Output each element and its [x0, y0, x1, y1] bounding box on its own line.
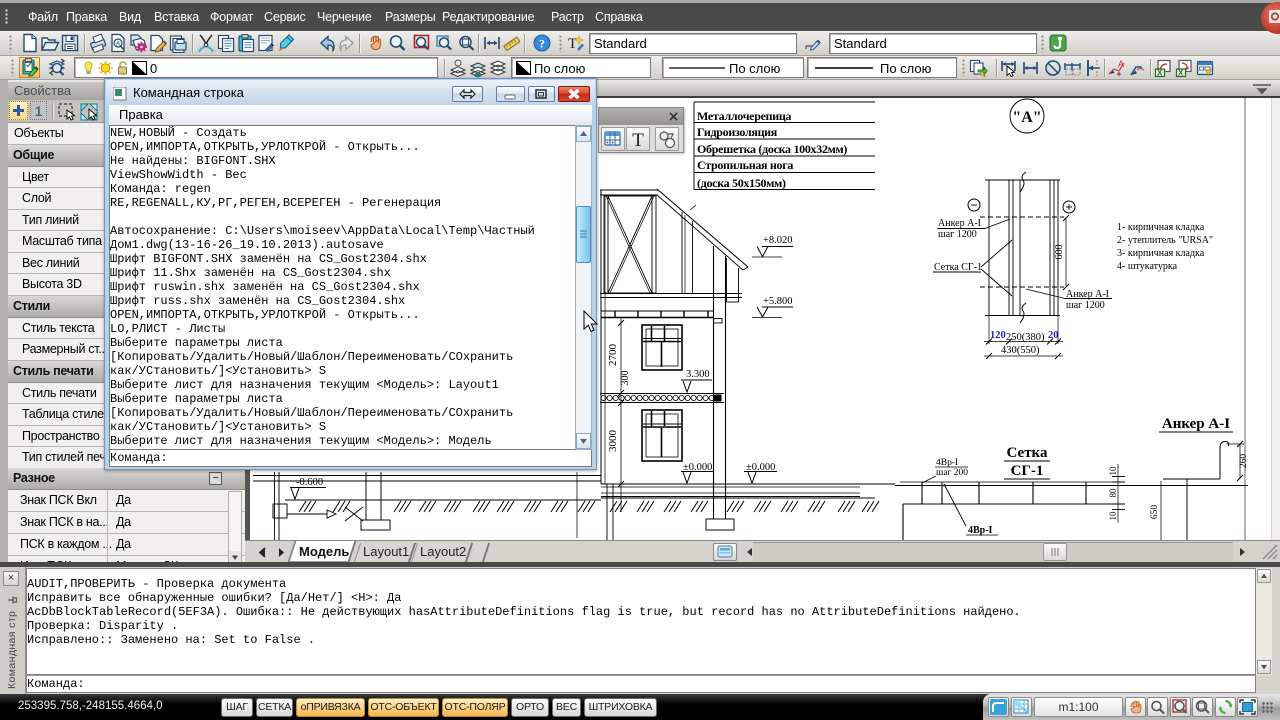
svg-text:3000: 3000: [607, 430, 619, 453]
svg-text:A: A: [1118, 59, 1124, 69]
svg-text:1- кирпичная кладка: 1- кирпичная кладка: [1117, 222, 1205, 233]
svg-text:3- кирпичная кладка: 3- кирпичная кладка: [1117, 248, 1205, 259]
svg-text:4- штукатурка: 4- штукатурка: [1117, 261, 1178, 272]
svg-text:Сетка СГ-1: Сетка СГ-1: [934, 262, 982, 273]
svg-text:"А": "А": [1012, 109, 1041, 126]
svg-text:A: A: [116, 42, 120, 48]
svg-text:1: 1: [35, 103, 43, 119]
svg-text:10: 10: [1108, 511, 1118, 521]
svg-text:80: 80: [1108, 488, 1118, 498]
svg-text:Гидроизоляция: Гидроизоляция: [697, 125, 778, 139]
svg-text:10: 10: [1108, 466, 1118, 476]
svg-text:Анкер А-I: Анкер А-I: [938, 218, 981, 229]
svg-text:4Вр-I: 4Вр-I: [968, 525, 993, 536]
svg-text:шаг 1200: шаг 1200: [938, 229, 977, 240]
svg-text:300: 300: [620, 371, 631, 386]
svg-text:Анкер А-I: Анкер А-I: [1162, 416, 1230, 432]
svg-text:Сетка: Сетка: [1007, 445, 1048, 461]
svg-text:430(550): 430(550): [1001, 345, 1040, 356]
svg-text:X: X: [1157, 69, 1163, 78]
svg-text:шаг 1200: шаг 1200: [1066, 300, 1105, 311]
svg-text:Стропильная нога: Стропильная нога: [697, 158, 793, 172]
svg-text:-0.600: -0.600: [296, 477, 323, 488]
svg-text:(доска 50х150мм): (доска 50х150мм): [697, 176, 786, 190]
svg-text:T: T: [632, 130, 644, 150]
svg-text:X: X: [1178, 69, 1184, 78]
svg-text:120: 120: [990, 330, 1006, 341]
svg-text:СГ-1: СГ-1: [1011, 463, 1044, 479]
svg-text:2- утеплитель "URSA": 2- утеплитель "URSA": [1117, 235, 1213, 246]
svg-text:2700: 2700: [607, 344, 619, 367]
svg-text:3.300: 3.300: [686, 369, 710, 380]
svg-text:Металлочерепица: Металлочерепица: [697, 109, 791, 123]
svg-text:шаг 200: шаг 200: [936, 468, 968, 478]
svg-text:600: 600: [1054, 245, 1065, 260]
svg-text:?: ?: [539, 37, 545, 51]
svg-text:+8.020: +8.020: [763, 235, 793, 246]
svg-text:4Вр-I: 4Вр-I: [936, 458, 958, 468]
svg-text:260: 260: [1239, 454, 1249, 469]
svg-text:T: T: [568, 36, 577, 52]
svg-text:Обрешетка (доска 100х32мм): Обрешетка (доска 100х32мм): [697, 142, 847, 156]
svg-text:+5.800: +5.800: [763, 296, 793, 307]
svg-text:20: 20: [1048, 330, 1059, 341]
svg-text:650: 650: [1150, 505, 1160, 520]
